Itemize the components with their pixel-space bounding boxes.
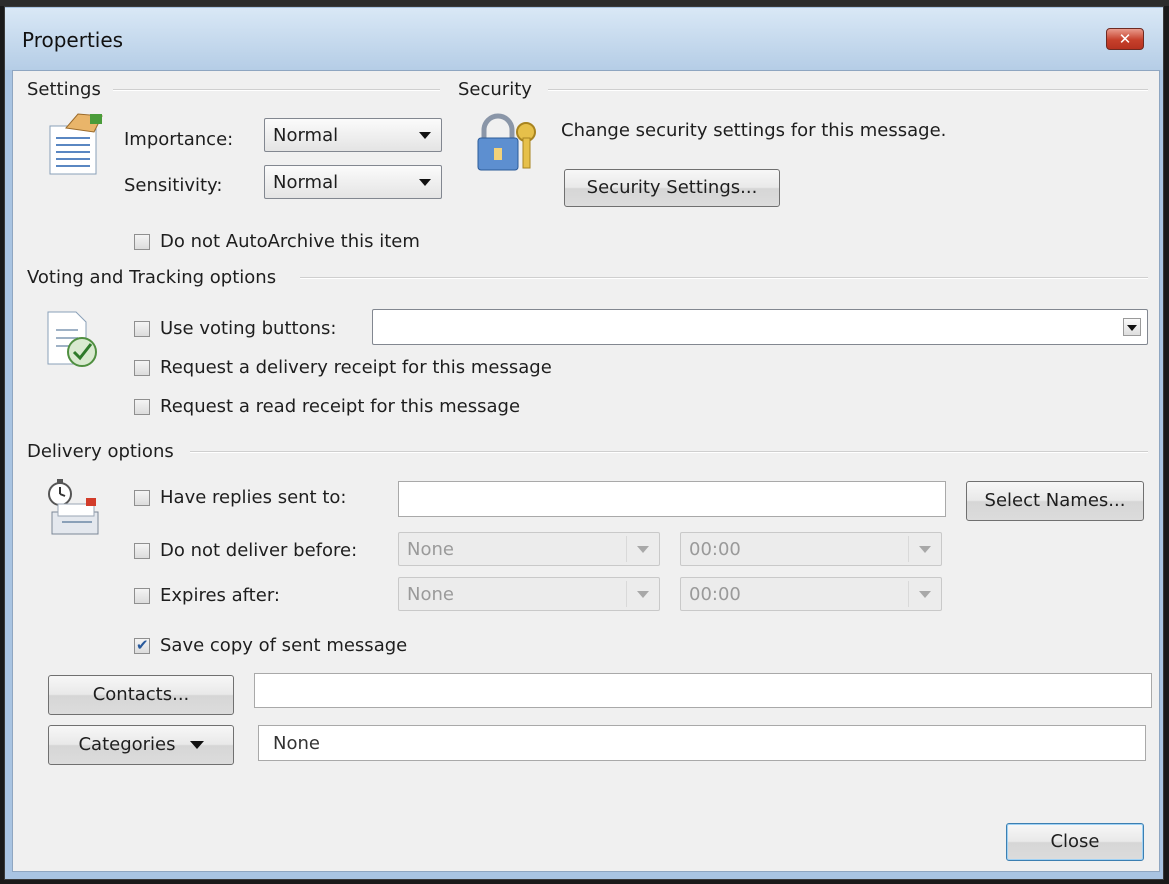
not-before-time-select[interactable]: 00:00 xyxy=(680,532,942,566)
chevron-down-icon xyxy=(419,132,431,139)
delivery-divider xyxy=(190,451,1148,453)
replies-label[interactable]: Have replies sent to: xyxy=(160,487,346,508)
chevron-down-icon xyxy=(919,546,931,553)
save-copy-label[interactable]: Save copy of sent message xyxy=(160,635,407,656)
replies-checkbox[interactable] xyxy=(134,490,150,506)
importance-label: Importance: xyxy=(124,129,234,150)
expires-date-select[interactable]: None xyxy=(398,577,660,611)
chevron-down-icon xyxy=(637,546,649,553)
chevron-down-icon xyxy=(1127,325,1137,331)
expires-time-value: 00:00 xyxy=(689,584,741,605)
dropdown-separator xyxy=(908,536,909,562)
voting-divider xyxy=(300,277,1148,279)
delivery-receipt-checkbox[interactable] xyxy=(134,360,150,376)
security-divider xyxy=(548,89,1148,91)
use-voting-checkbox[interactable] xyxy=(134,321,150,337)
save-copy-checkbox[interactable] xyxy=(134,636,150,654)
voting-heading: Voting and Tracking options xyxy=(27,267,277,288)
chevron-down-icon xyxy=(919,591,931,598)
categories-button[interactable]: Categories xyxy=(48,725,234,765)
security-settings-button[interactable]: Security Settings... xyxy=(564,169,780,207)
delivery-timer-icon xyxy=(48,479,99,535)
categories-label: Categories xyxy=(78,734,176,755)
delivery-receipt-label[interactable]: Request a delivery receipt for this mess… xyxy=(160,357,552,378)
expires-checkbox[interactable] xyxy=(134,588,150,604)
expires-time-select[interactable]: 00:00 xyxy=(680,577,942,611)
importance-value: Normal xyxy=(273,125,339,146)
not-before-date-select[interactable]: None xyxy=(398,532,660,566)
use-voting-label[interactable]: Use voting buttons: xyxy=(160,318,336,339)
close-button[interactable]: Close xyxy=(1006,823,1144,861)
importance-select[interactable]: Normal xyxy=(264,118,442,152)
dialog-title: Properties xyxy=(22,28,124,52)
dropdown-separator xyxy=(626,581,627,607)
lock-key-icon xyxy=(477,113,536,171)
not-before-checkbox[interactable] xyxy=(134,543,150,559)
security-description: Change security settings for this messag… xyxy=(561,120,947,141)
settings-icon xyxy=(49,113,103,175)
contacts-input[interactable] xyxy=(254,673,1152,708)
autoarchive-checkbox[interactable] xyxy=(134,234,150,250)
categories-input[interactable]: None xyxy=(258,725,1146,761)
read-receipt-checkbox[interactable] xyxy=(134,399,150,415)
read-receipt-label[interactable]: Request a read receipt for this message xyxy=(160,396,520,417)
not-before-label[interactable]: Do not deliver before: xyxy=(160,540,357,561)
chevron-down-icon xyxy=(637,591,649,598)
select-names-button[interactable]: Select Names... xyxy=(966,481,1144,521)
contacts-button[interactable]: Contacts... xyxy=(48,675,234,715)
settings-heading: Settings xyxy=(27,79,101,100)
voting-buttons-select[interactable] xyxy=(372,309,1148,345)
autoarchive-label[interactable]: Do not AutoArchive this item xyxy=(160,231,420,252)
sensitivity-select[interactable]: Normal xyxy=(264,165,442,199)
not-before-time-value: 00:00 xyxy=(689,539,741,560)
security-heading: Security xyxy=(458,79,532,100)
chevron-down-icon xyxy=(419,179,431,186)
categories-value: None xyxy=(273,733,320,754)
sensitivity-value: Normal xyxy=(273,172,339,193)
replies-input[interactable] xyxy=(398,481,946,517)
dropdown-separator xyxy=(626,536,627,562)
not-before-date-value: None xyxy=(407,539,454,560)
dropdown-separator xyxy=(908,581,909,607)
settings-divider xyxy=(113,89,440,91)
chevron-down-icon xyxy=(189,741,204,749)
voting-icon xyxy=(47,311,97,367)
delivery-heading: Delivery options xyxy=(27,441,174,462)
expires-label[interactable]: Expires after: xyxy=(160,585,280,606)
sensitivity-label: Sensitivity: xyxy=(124,175,223,196)
expires-date-value: None xyxy=(407,584,454,605)
title-bar[interactable] xyxy=(5,8,1163,70)
close-icon[interactable]: ✕ xyxy=(1106,28,1144,50)
